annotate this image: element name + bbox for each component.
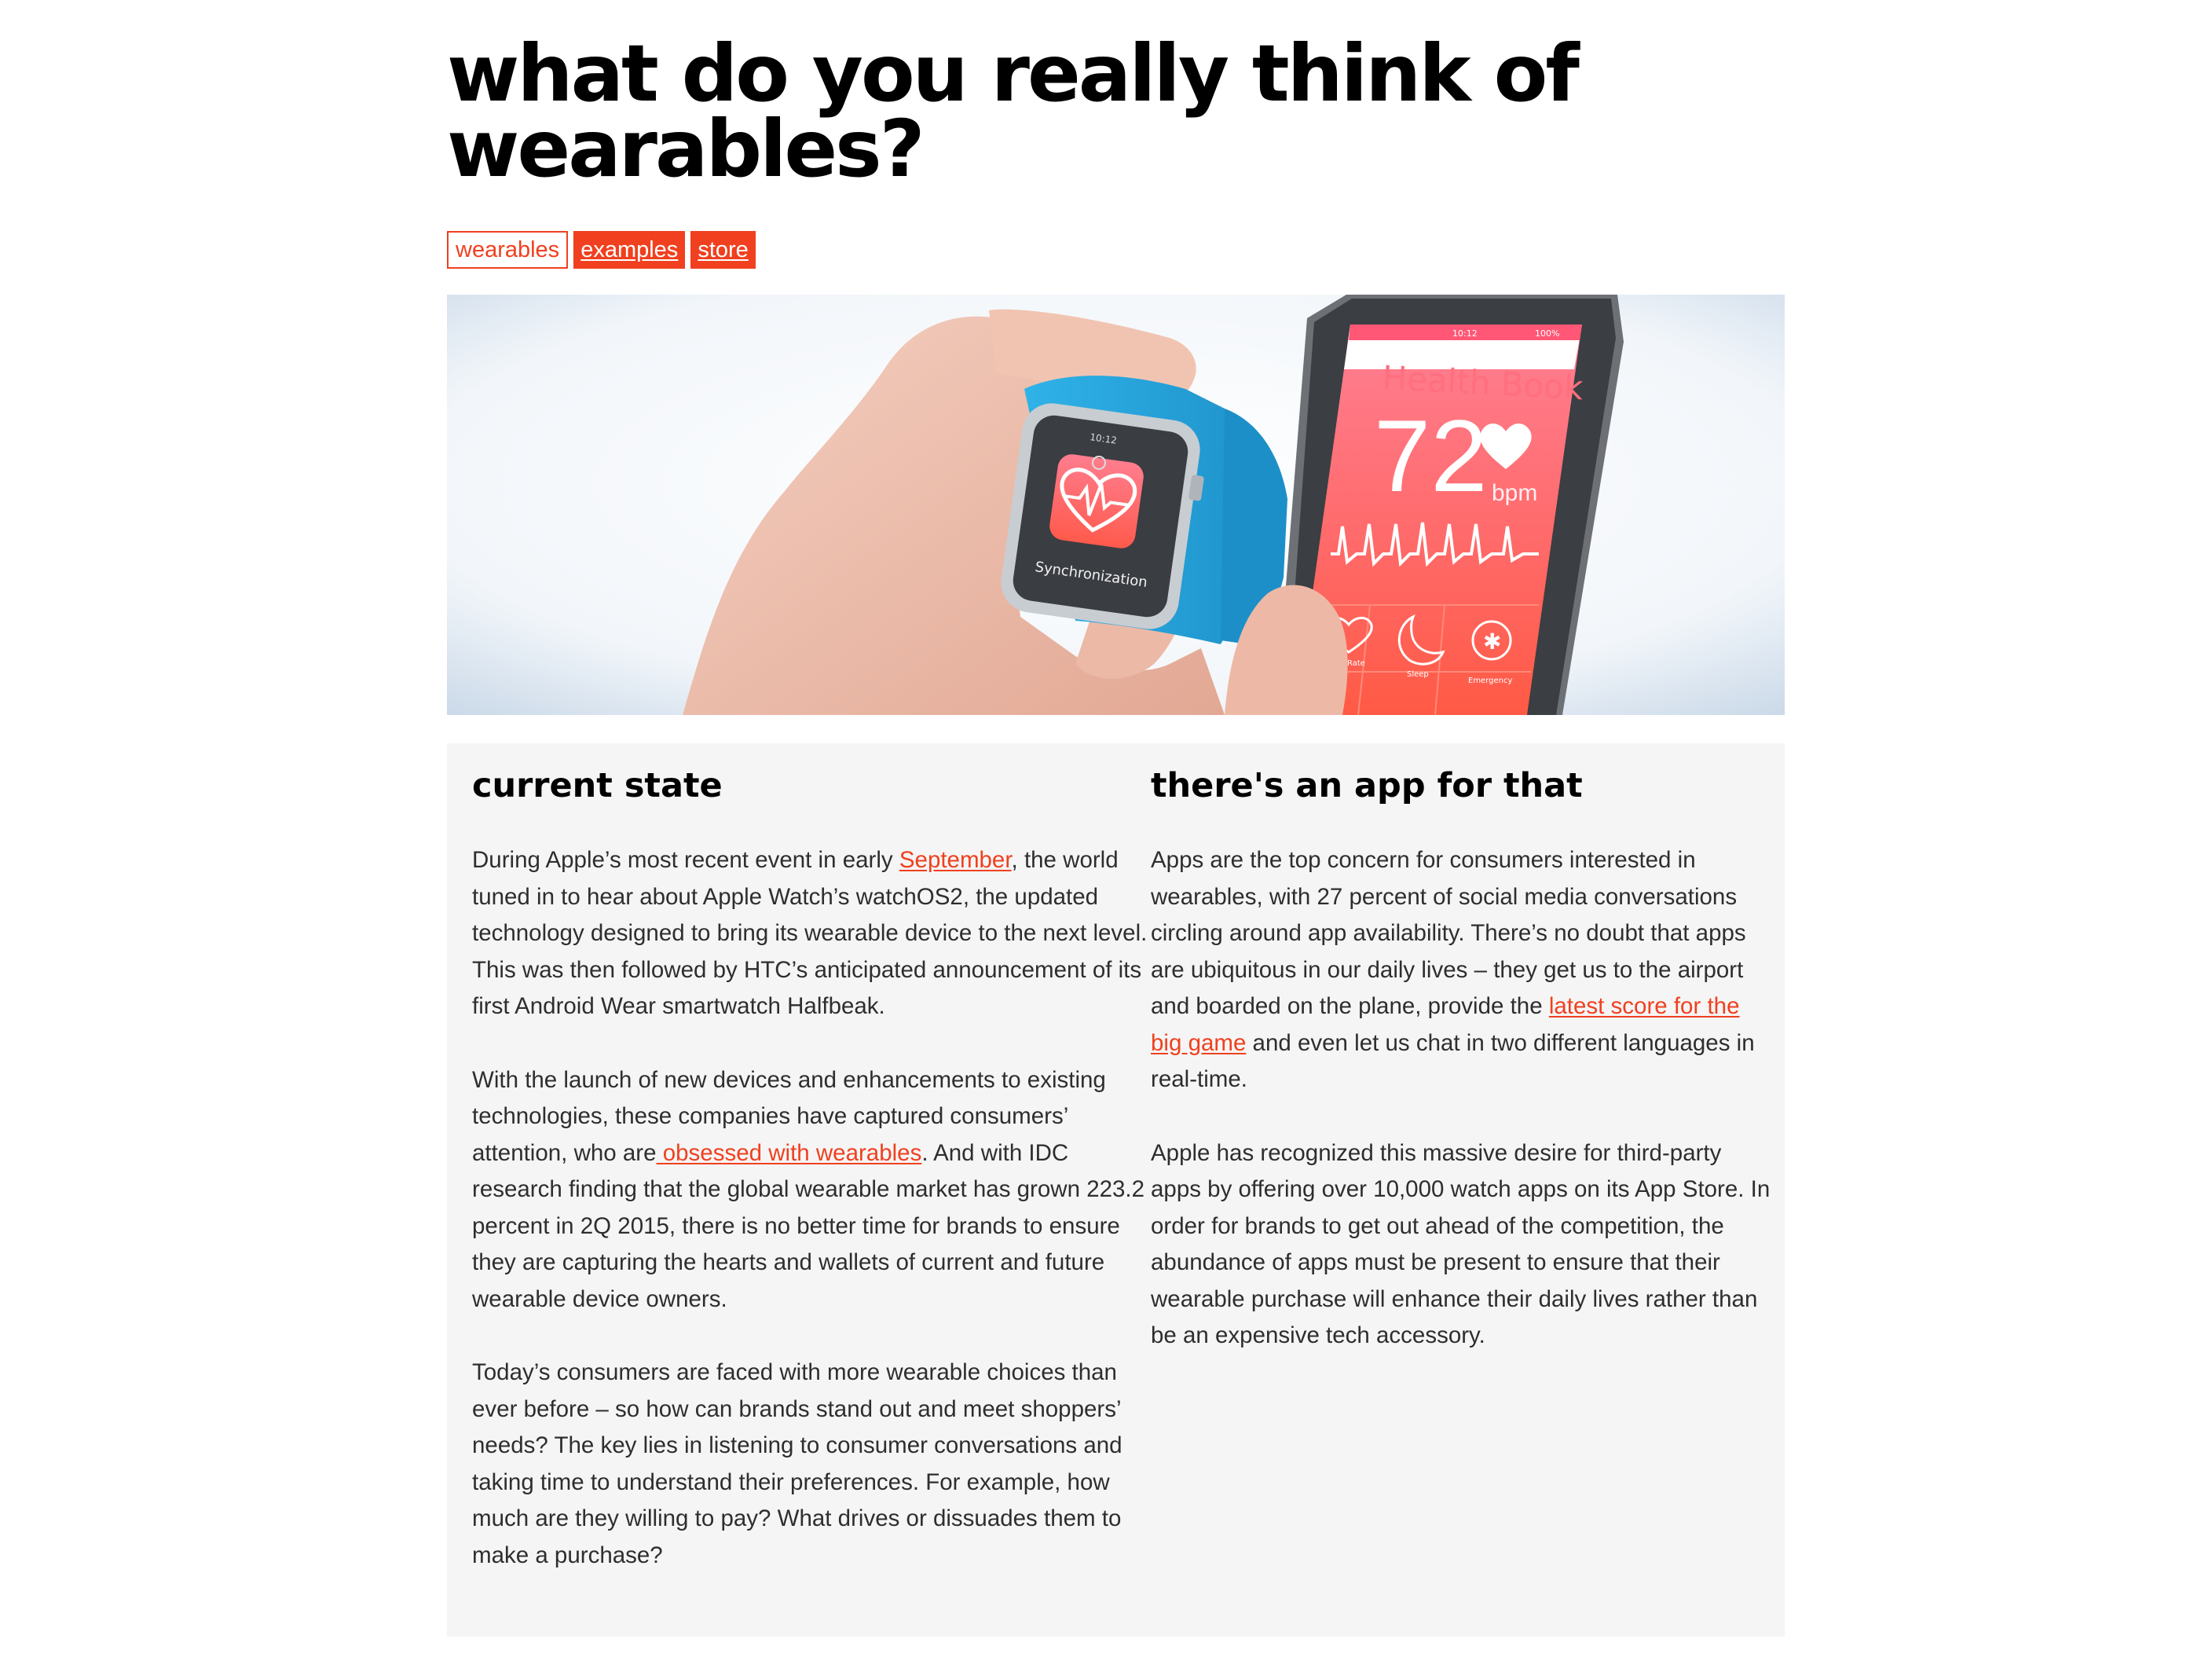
link-obsessed-with-wearables[interactable]: obsessed with wearables <box>657 1140 922 1166</box>
tag-list: wearables examples store <box>447 231 756 269</box>
page-title: what do you really think of wearables? <box>447 28 1580 195</box>
paragraph: With the launch of new devices and enhan… <box>472 1062 1148 1318</box>
tag-store[interactable]: store <box>690 231 756 269</box>
section-heading-current-state: current state <box>472 766 723 805</box>
tag-examples[interactable]: examples <box>573 231 686 269</box>
tag-wearables[interactable]: wearables <box>447 231 569 269</box>
paragraph: During Apple’s most recent event in earl… <box>472 842 1148 1025</box>
paragraph-text: During Apple’s most recent event in earl… <box>472 847 899 873</box>
section-body-app-for-that: Apps are the top concern for consumers i… <box>1151 842 1771 1392</box>
section-body-current-state: During Apple’s most recent event in earl… <box>472 842 1148 1611</box>
phone-tile-emergency: Emergency <box>1468 676 1512 685</box>
paragraph: Today’s consumers are faced with more we… <box>472 1359 1122 1568</box>
section-heading-app-for-that: there's an app for that <box>1151 766 1583 805</box>
hero-image: 10:12 Synchronization 10:12 100% Health … <box>447 295 1785 715</box>
phone-bpm-value: 72 <box>1374 398 1488 513</box>
link-september[interactable]: September <box>899 847 1012 873</box>
paragraph: Apps are the top concern for consumers i… <box>1151 842 1771 1098</box>
phone-time: 10:12 <box>1452 328 1478 339</box>
svg-text:✱: ✱ <box>1483 629 1501 654</box>
paragraph: Apple has recognized this massive desire… <box>1151 1139 1771 1349</box>
article-body-panel: current state During Apple’s most recent… <box>447 743 1785 1637</box>
phone-tile-sleep: Sleep <box>1407 670 1429 679</box>
phone-bpm-unit: bpm <box>1492 480 1537 506</box>
phone-battery: 100% <box>1535 328 1559 339</box>
